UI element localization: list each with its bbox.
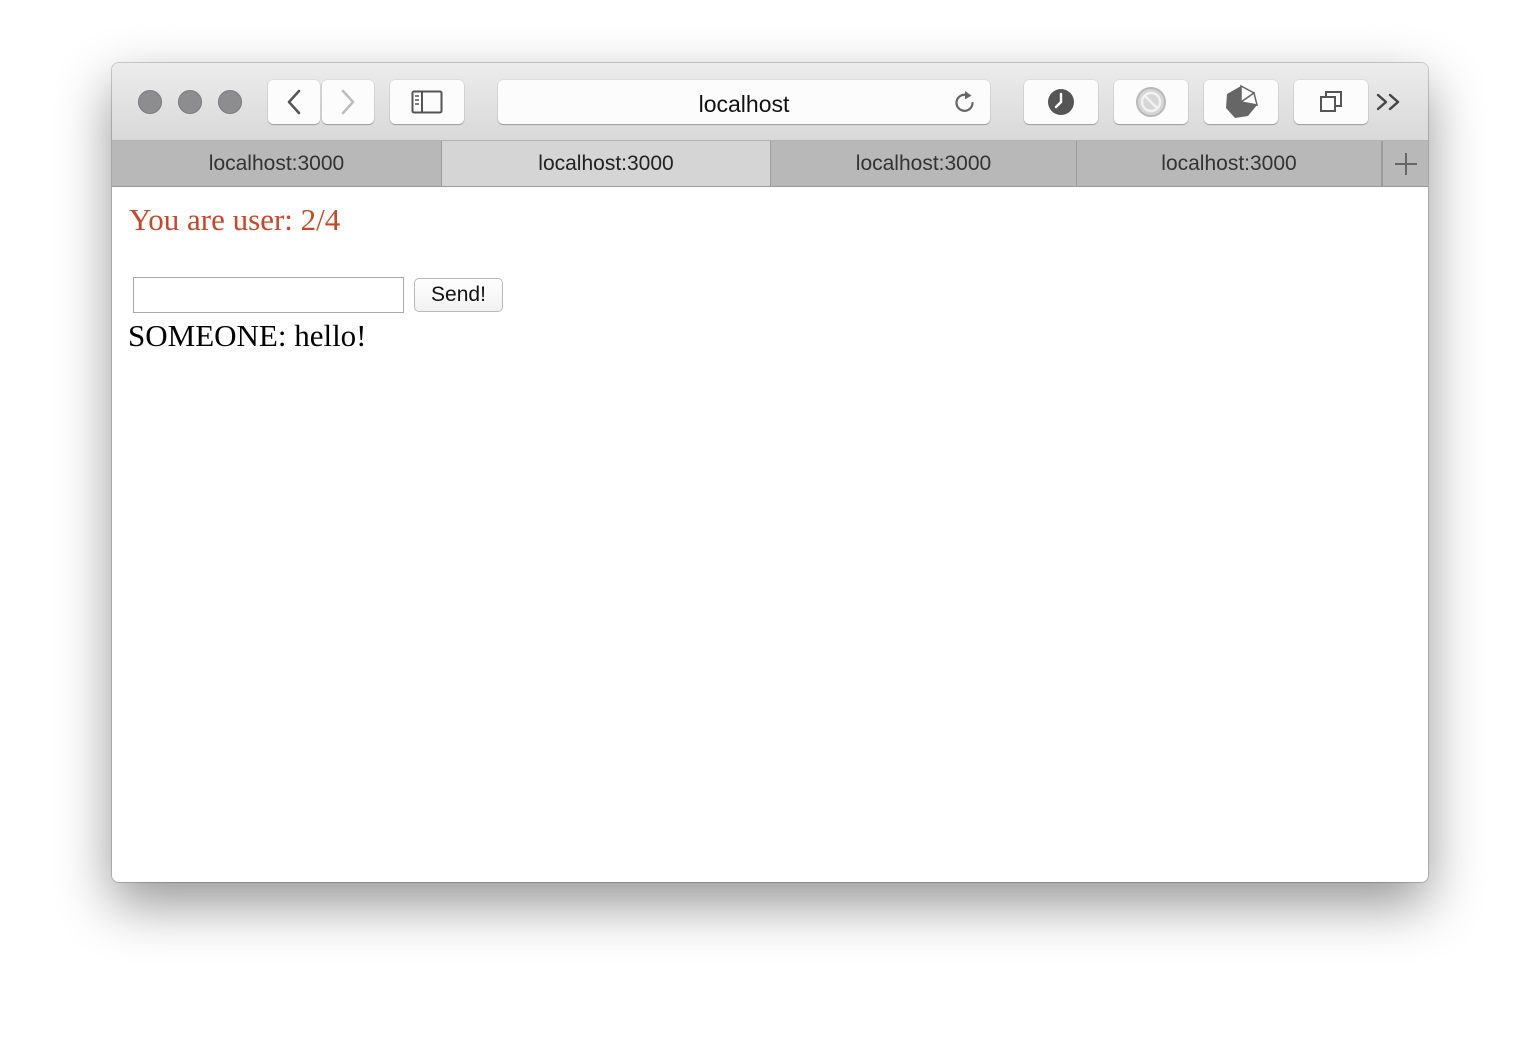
address-text: localhost (698, 91, 790, 117)
minimize-window-button[interactable] (178, 90, 202, 114)
back-button[interactable] (268, 80, 320, 124)
close-window-button[interactable] (138, 90, 162, 114)
user-status: You are user: 2/4 (129, 202, 341, 237)
tab-1[interactable]: localhost:3000 (112, 141, 442, 186)
pie-extension-button[interactable] (1204, 80, 1278, 124)
forward-button[interactable] (322, 80, 374, 124)
history-extension-button[interactable] (1024, 80, 1098, 124)
tab-3[interactable]: localhost:3000 (771, 141, 1077, 186)
address-bar[interactable]: localhost (498, 80, 990, 124)
page-content: You are user: 2/4 Send! SOMEONE: hello! (112, 188, 1428, 882)
reload-icon[interactable] (952, 89, 978, 115)
clock-icon (1048, 89, 1074, 115)
tab-bar: localhost:3000 localhost:3000 localhost:… (112, 141, 1428, 187)
tabs-overview-icon (1320, 91, 1342, 112)
pie-icon (1226, 84, 1259, 118)
toolbar-overflow-button[interactable] (1374, 89, 1404, 120)
tab-label: localhost:3000 (1161, 151, 1297, 175)
tab-4[interactable]: localhost:3000 (1077, 141, 1382, 186)
tab-label: localhost:3000 (208, 151, 345, 175)
chevron-left-icon (287, 89, 301, 115)
tab-overview-button[interactable] (1294, 80, 1368, 124)
new-tab-button[interactable] (1382, 141, 1428, 186)
chevron-right-icon (341, 89, 355, 115)
tab-label: localhost:3000 (855, 151, 992, 175)
tab-label: localhost:3000 (538, 151, 674, 175)
zoom-window-button[interactable] (218, 90, 242, 114)
browser-window: localhost localhost:3000 localhost:3000 … (112, 63, 1428, 882)
message-input[interactable] (133, 277, 404, 313)
tab-2-active[interactable]: localhost:3000 (442, 141, 771, 186)
send-button[interactable]: Send! (414, 278, 503, 312)
block-icon (1136, 87, 1166, 117)
chat-message: SOMEONE: hello! (128, 318, 367, 353)
double-chevron-icon (1376, 93, 1400, 111)
block-extension-button[interactable] (1114, 80, 1188, 124)
toolbar: localhost (112, 63, 1428, 141)
sidebar-icon (411, 90, 443, 114)
sidebar-button[interactable] (390, 80, 464, 124)
plus-icon (1394, 152, 1417, 175)
